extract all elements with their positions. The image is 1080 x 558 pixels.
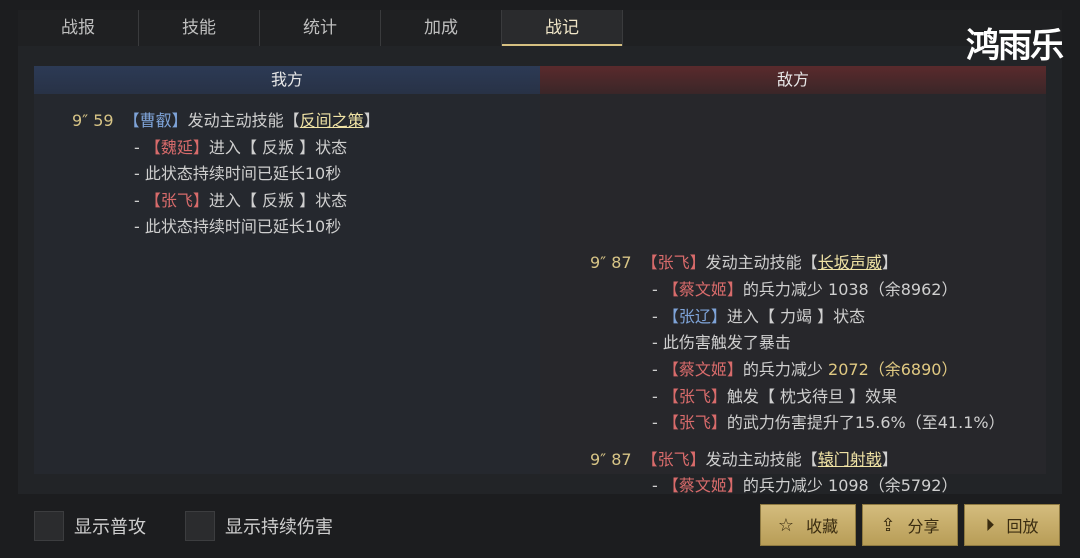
- log-entry: - 【蔡文姬】的兵力减少 1038（余8962）: [652, 280, 958, 299]
- log-entry: - 【蔡文姬】的兵力减少 2072（余6890）: [652, 360, 958, 379]
- log-entry: - 【张飞】的武力伤害提升了15.6%（至41.1%）: [652, 413, 1005, 432]
- skill-link[interactable]: 辕门射戟: [818, 450, 882, 469]
- log-entry: 9″ 87 【张飞】发动主动技能【长坂声威】: [590, 253, 898, 272]
- ally-name: 张辽: [678, 307, 711, 326]
- enemy-name: 蔡文姬: [678, 476, 727, 495]
- toggle-continuous-damage[interactable]: 显示持续伤害: [185, 510, 333, 542]
- log-time: 9″ 87: [590, 450, 632, 469]
- share-button[interactable]: ⇪ 分享: [862, 504, 958, 546]
- skill-link[interactable]: 长坂声威: [818, 253, 882, 272]
- state-name: 枕戈待旦: [780, 387, 845, 406]
- log-entry: - 【张飞】触发【 枕戈待旦 】效果: [652, 387, 898, 406]
- tab-battle-log[interactable]: 战记: [502, 10, 623, 46]
- log-time: 9″ 87: [590, 253, 632, 272]
- tab-bonus[interactable]: 加成: [381, 10, 502, 46]
- enemy-name: 张飞: [657, 450, 690, 469]
- log-time: 9″ 59: [72, 111, 114, 130]
- play-icon: ⏵: [985, 514, 995, 536]
- log-entry: - 此伤害触发了暴击: [652, 333, 791, 352]
- tab-statistics[interactable]: 统计: [260, 10, 381, 46]
- state-name: 反叛: [262, 138, 295, 157]
- state-name: 力竭: [780, 307, 813, 326]
- tab-bar: 战报 技能 统计 加成 战记: [18, 10, 1062, 46]
- tab-battle-report[interactable]: 战报: [18, 10, 139, 46]
- log-entry: - 【蔡文姬】的兵力减少 1098（余5792）: [652, 476, 958, 495]
- enemy-name: 张飞: [678, 413, 711, 432]
- log-entry: - 【张辽】进入【 力竭 】状态: [652, 307, 866, 326]
- star-icon: ☆: [777, 514, 795, 536]
- toggle-label: 显示持续伤害: [225, 517, 333, 538]
- log-text: 此状态持续时间已延长10秒: [144, 217, 342, 236]
- log-text: 此状态持续时间已延长10秒: [144, 164, 342, 183]
- log-text: 发动主动技能: [187, 111, 284, 130]
- log-entry: - 此状态持续时间已延长10秒: [134, 164, 342, 183]
- ally-name: 曹叡: [139, 111, 172, 130]
- crit-damage-value: 2072（余6890）: [828, 360, 958, 379]
- tab-skills[interactable]: 技能: [139, 10, 260, 46]
- log-entry: - 【魏延】进入【 反叛 】状态: [134, 138, 348, 157]
- checkbox[interactable]: [34, 511, 64, 541]
- enemy-header: 敌方: [540, 66, 1046, 94]
- share-icon: ⇪: [880, 514, 896, 536]
- log-entry: 9″ 59 【曹叡】发动主动技能【反间之策】: [72, 111, 380, 130]
- ally-header: 我方: [34, 66, 540, 94]
- enemy-name: 张飞: [657, 253, 690, 272]
- favorite-button[interactable]: ☆ 收藏: [760, 504, 856, 546]
- replay-button[interactable]: ⏵ 回放: [964, 504, 1060, 546]
- enemy-name: 蔡文姬: [678, 280, 727, 299]
- checkbox[interactable]: [185, 511, 215, 541]
- enemy-name: 魏延: [160, 138, 193, 157]
- toggle-label: 显示普攻: [74, 517, 146, 538]
- toggle-normal-attack[interactable]: 显示普攻: [34, 510, 146, 542]
- log-entry: - 此状态持续时间已延长10秒: [134, 217, 342, 236]
- skill-link[interactable]: 反间之策: [300, 111, 364, 130]
- enemy-name: 蔡文姬: [678, 360, 727, 379]
- enemy-name: 张飞: [678, 387, 711, 406]
- state-name: 反叛: [262, 191, 295, 210]
- enemy-name: 张飞: [160, 191, 193, 210]
- log-entry: 9″ 87 【张飞】发动主动技能【辕门射戟】: [590, 450, 898, 469]
- log-entry: - 【张飞】进入【 反叛 】状态: [134, 191, 348, 210]
